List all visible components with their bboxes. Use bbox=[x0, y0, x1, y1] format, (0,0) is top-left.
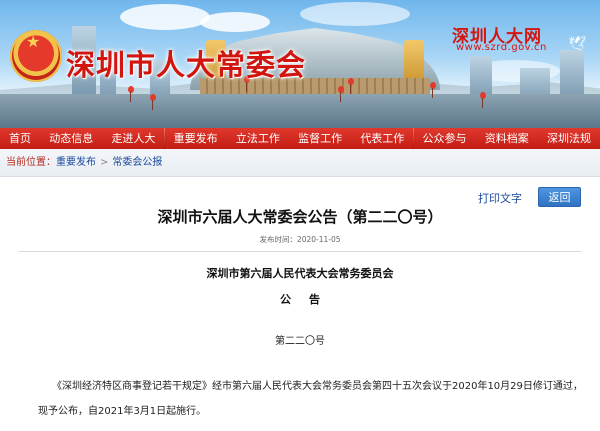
nav-item-public[interactable]: 公众参与 bbox=[414, 128, 476, 149]
nav-item-deputies[interactable]: 代表工作 bbox=[351, 128, 413, 149]
article-body: 《深圳经济特区商事登记若干规定》经市第六届人民代表大会常务委员会第四十五次会议于… bbox=[38, 381, 583, 417]
brand-url: www.szrd.gov.cn bbox=[456, 42, 547, 53]
page-title: 深圳市六届人大常委会公告（第二二〇号） bbox=[157, 208, 443, 226]
breadcrumb-label: 当前位置： bbox=[6, 157, 56, 168]
star-icon: ★ bbox=[26, 32, 41, 51]
title-divider bbox=[18, 251, 582, 252]
dove-icon: 🕊 bbox=[568, 36, 586, 52]
nav-item-news[interactable]: 动态信息 bbox=[40, 128, 102, 149]
print-text-link[interactable]: 打印文字 bbox=[478, 190, 522, 206]
nav-item-legislation[interactable]: 立法工作 bbox=[227, 128, 289, 149]
cloud bbox=[300, 2, 410, 26]
breadcrumb-link-bulletin[interactable]: 常委会公报 bbox=[112, 157, 162, 168]
notice-number: 第二二〇号 bbox=[275, 336, 325, 347]
lantern-icon bbox=[430, 82, 436, 98]
nav-item-home[interactable]: 首页 bbox=[0, 128, 40, 149]
nav-item-releases[interactable]: 重要发布 bbox=[165, 128, 227, 149]
back-button[interactable]: 返回 bbox=[538, 187, 581, 207]
lantern-icon bbox=[348, 78, 354, 94]
site-title: 深圳市人大常委会 bbox=[66, 48, 307, 82]
main-nav: 首页 动态信息 走进人大 重要发布 立法工作 监督工作 代表工作 公众参与 资料… bbox=[0, 128, 600, 149]
lantern-icon bbox=[150, 94, 156, 110]
nav-item-regulations[interactable]: 深圳法规 bbox=[538, 128, 600, 149]
breadcrumb: 当前位置：重要发布 > 常委会公报 bbox=[0, 149, 600, 177]
nav-item-supervision[interactable]: 监督工作 bbox=[289, 128, 351, 149]
breadcrumb-separator: > bbox=[100, 157, 109, 168]
cloud bbox=[200, 12, 270, 32]
header-banner: ★ 深圳市人大常委会 深圳人大网 www.szrd.gov.cn 🕊 bbox=[0, 0, 600, 128]
issuing-organization: 深圳市第六届人民代表大会常务委员会 bbox=[206, 267, 394, 280]
lantern-icon bbox=[338, 86, 344, 102]
cloud bbox=[120, 4, 210, 30]
nav-item-about[interactable]: 走进人大 bbox=[102, 128, 164, 149]
breadcrumb-link-releases[interactable]: 重要发布 bbox=[56, 157, 96, 168]
nav-item-archives[interactable]: 资料档案 bbox=[476, 128, 538, 149]
city-foreground bbox=[0, 94, 600, 128]
lantern-icon bbox=[480, 92, 486, 108]
publish-time: 发布时间：2020-11-05 bbox=[259, 235, 341, 244]
notice-heading: 公告 bbox=[280, 293, 338, 306]
lantern-icon bbox=[128, 86, 134, 102]
